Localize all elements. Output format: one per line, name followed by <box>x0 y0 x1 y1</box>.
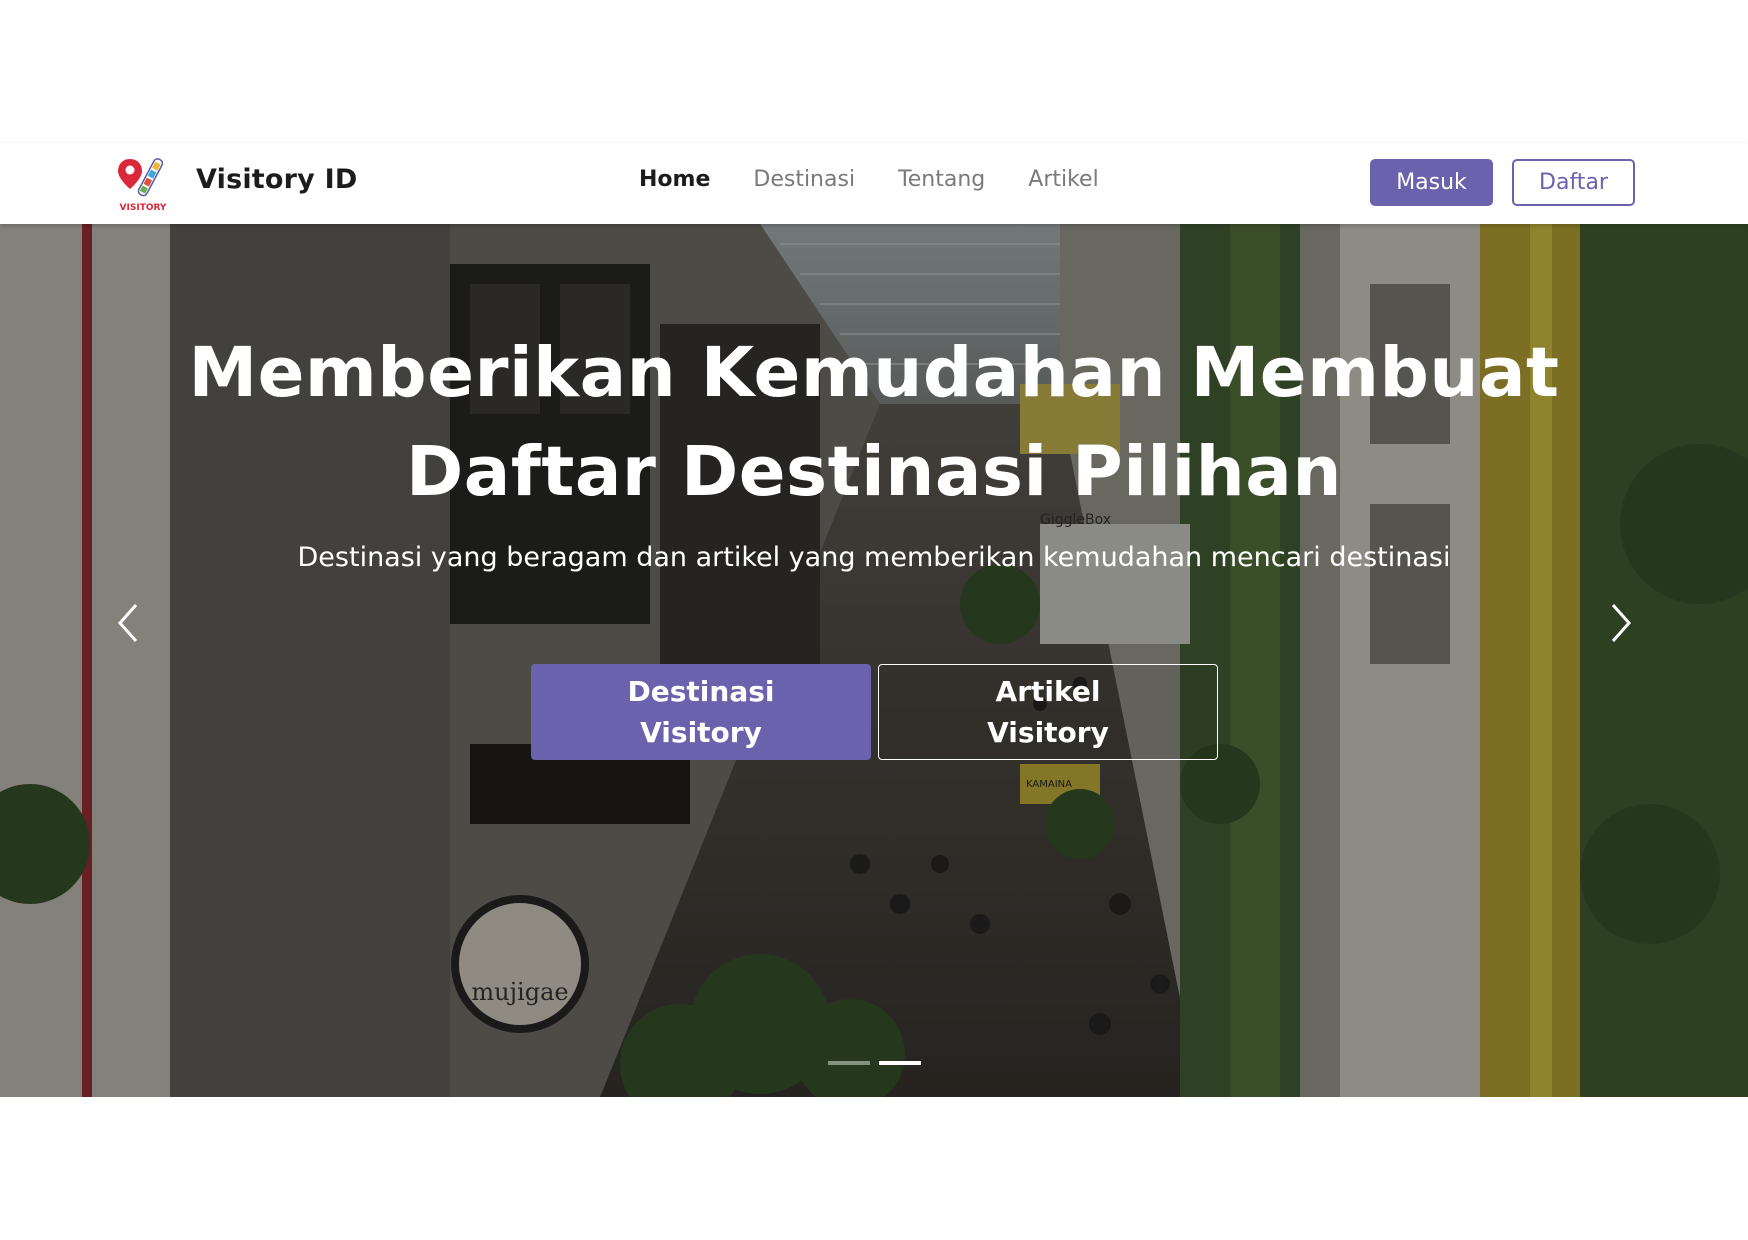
nav-home[interactable]: Home <box>639 167 710 192</box>
register-button[interactable]: Daftar <box>1512 159 1635 206</box>
artikel-visitory-button[interactable]: Artikel Visitory <box>878 664 1218 760</box>
nav-artikel[interactable]: Artikel <box>1028 167 1098 192</box>
hero-title: Memberikan Kemudahan Membuat Daftar Dest… <box>188 333 1560 512</box>
destinasi-visitory-button[interactable]: Destinasi Visitory <box>531 664 871 760</box>
hero-carousel: GiggleBox KAMAINA mujigae Memberikan Kem… <box>0 224 1748 1097</box>
chevron-left-icon[interactable] <box>114 601 144 645</box>
chevron-right-icon[interactable] <box>1605 601 1635 645</box>
visitory-logo[interactable]: VISITORY <box>116 153 170 213</box>
hero-subtitle: Destinasi yang beragam dan artikel yang … <box>297 542 1451 573</box>
navbar: VISITORY Visitory ID Home Destinasi Tent… <box>0 143 1748 224</box>
svg-text:VISITORY: VISITORY <box>120 203 167 213</box>
carousel-indicator-active[interactable] <box>879 1061 921 1065</box>
carousel-indicators <box>828 1061 921 1065</box>
hero-buttons: Destinasi Visitory Artikel Visitory <box>531 664 1218 760</box>
login-button[interactable]: Masuk <box>1370 159 1493 206</box>
brand-name[interactable]: Visitory ID <box>196 164 357 195</box>
main-nav: Home Destinasi Tentang Artikel <box>639 167 1099 192</box>
nav-tentang[interactable]: Tentang <box>898 167 985 192</box>
nav-destinasi[interactable]: Destinasi <box>753 167 855 192</box>
carousel-indicator[interactable] <box>828 1061 870 1065</box>
